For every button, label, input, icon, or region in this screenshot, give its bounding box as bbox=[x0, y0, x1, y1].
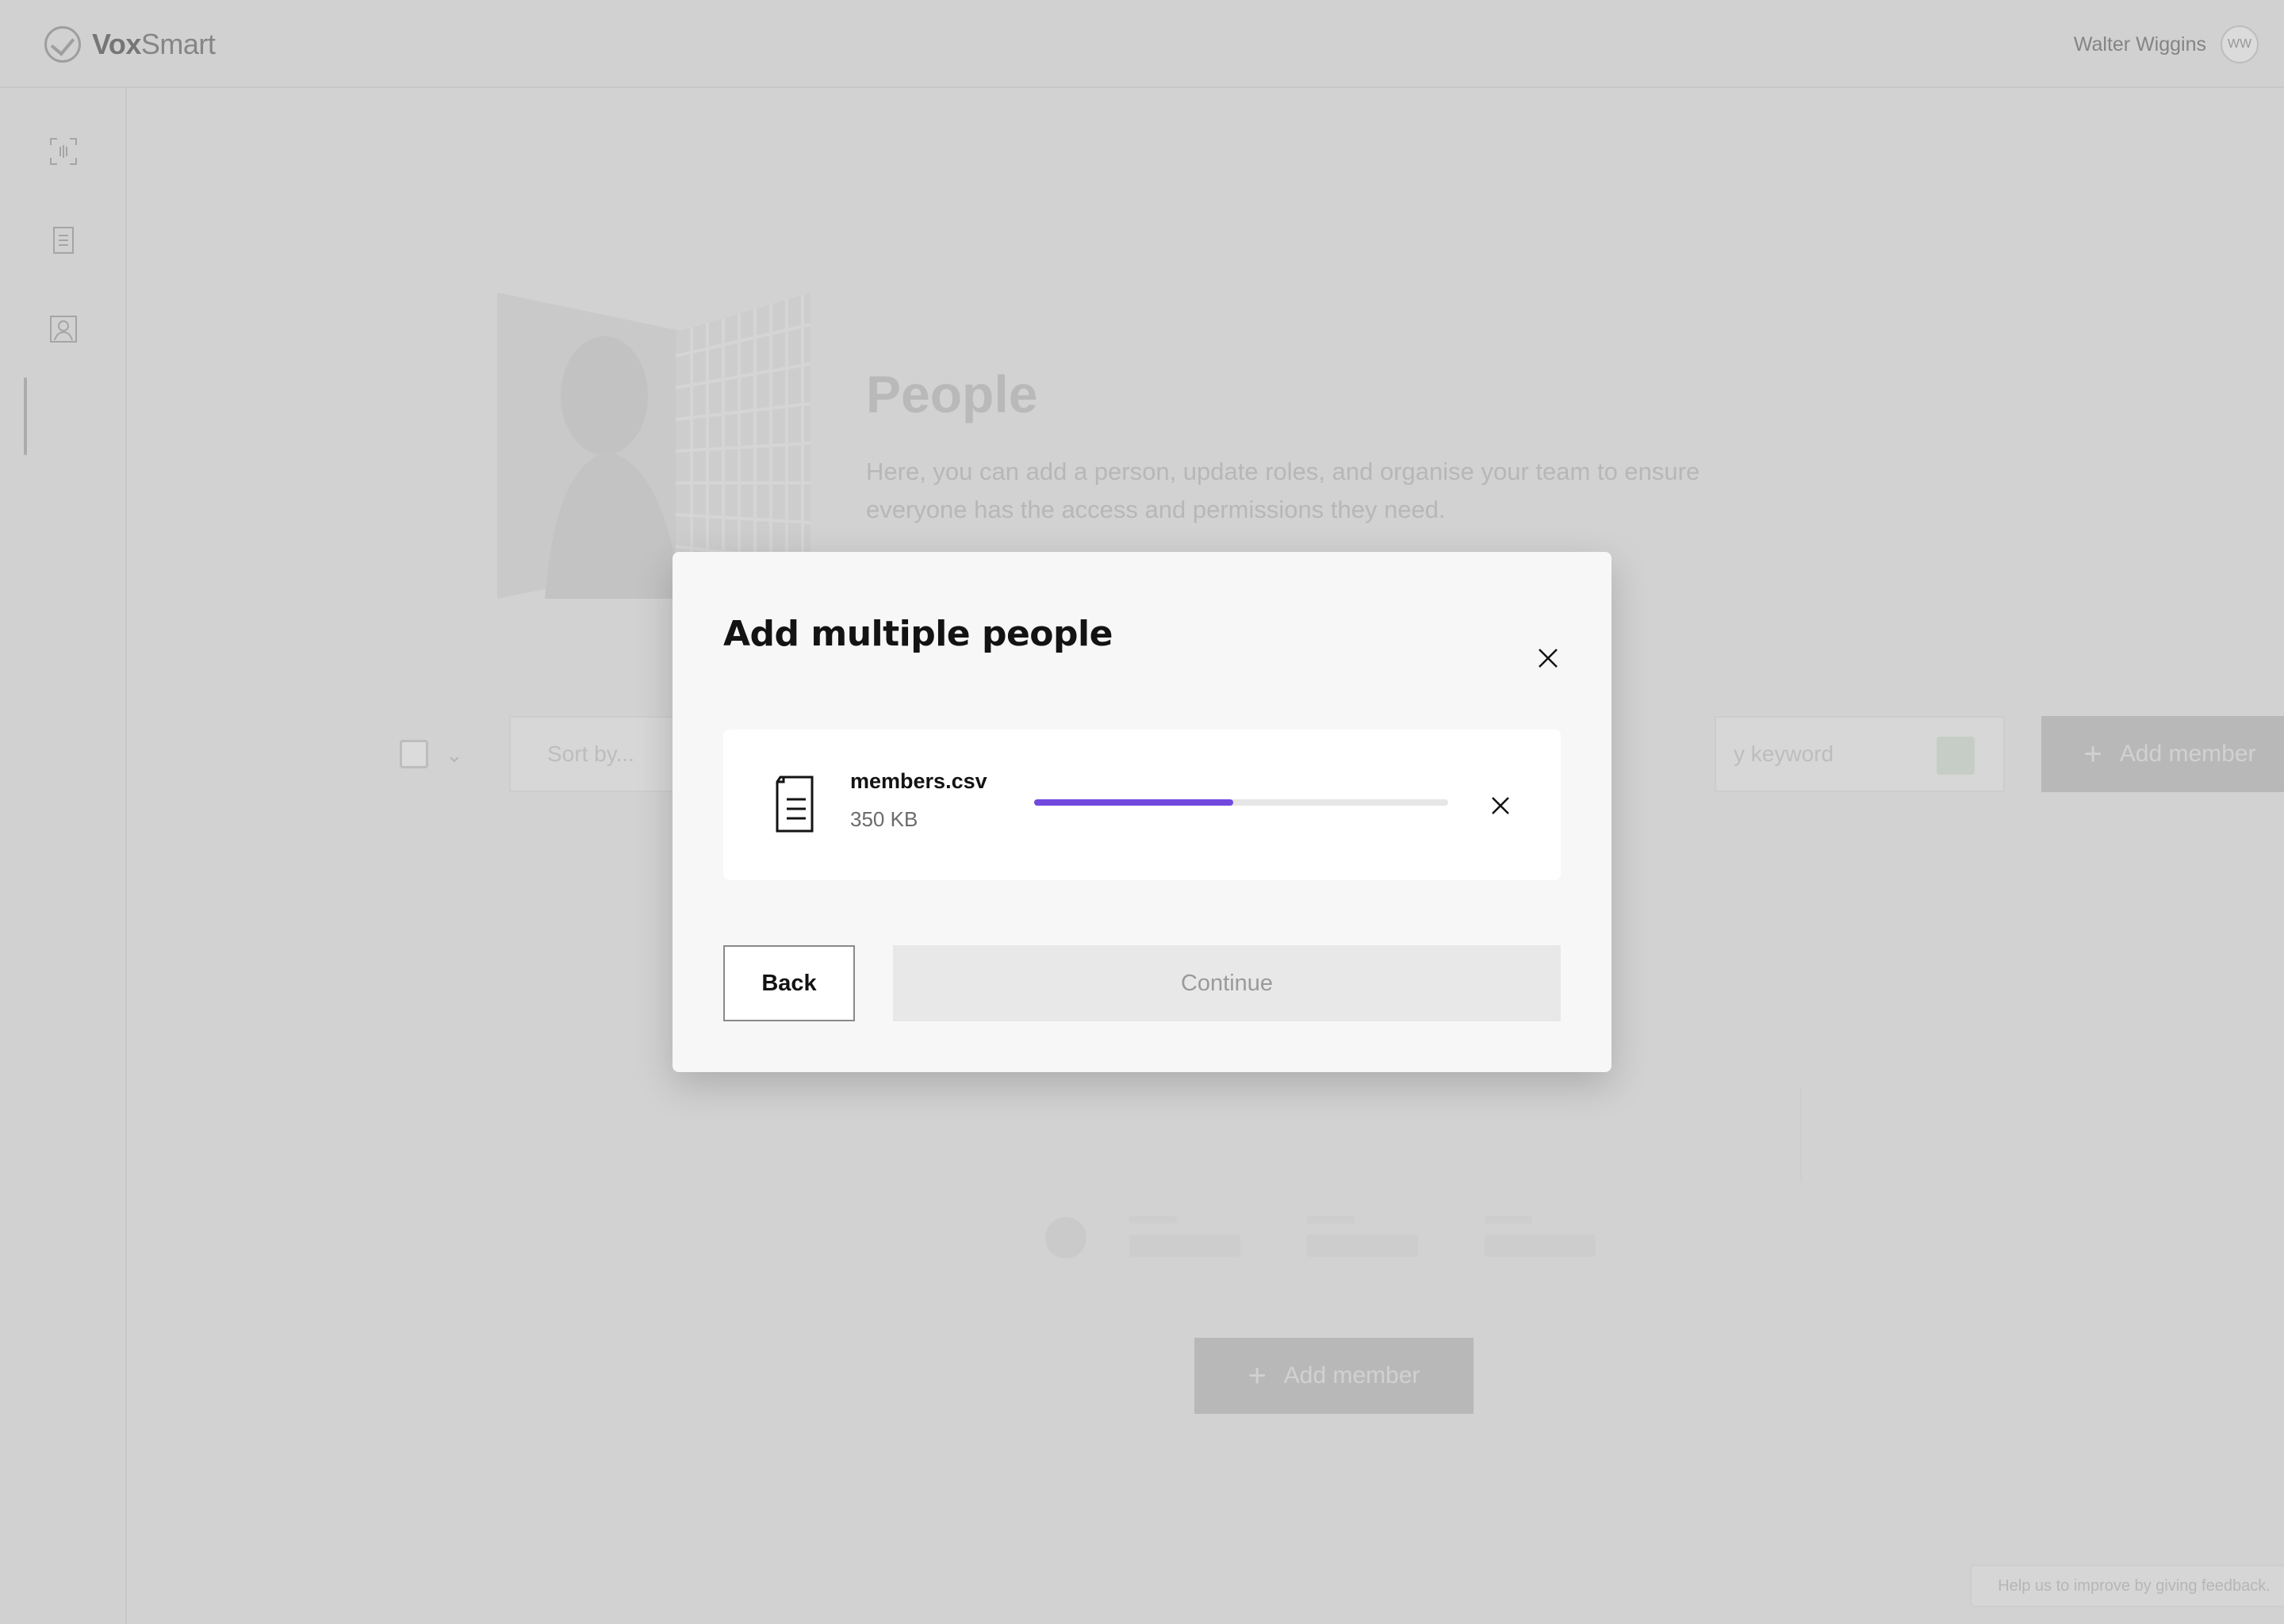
file-icon bbox=[776, 776, 814, 833]
back-button[interactable]: Back bbox=[723, 945, 855, 1021]
modal-title: Add multiple people bbox=[723, 614, 1113, 654]
add-multiple-people-modal: Add multiple people members.csv 350 KB B… bbox=[673, 552, 1611, 1072]
continue-button[interactable]: Continue bbox=[893, 945, 1561, 1021]
close-icon bbox=[1492, 797, 1509, 814]
upload-progress-fill bbox=[1034, 799, 1233, 806]
file-name: members.csv bbox=[850, 769, 987, 793]
close-button[interactable] bbox=[1531, 641, 1565, 676]
upload-progress-bar bbox=[1034, 799, 1448, 806]
close-icon bbox=[1539, 649, 1558, 668]
file-upload-item: members.csv 350 KB bbox=[723, 730, 1561, 880]
remove-file-button[interactable] bbox=[1485, 790, 1516, 822]
file-size: 350 KB bbox=[850, 807, 918, 831]
